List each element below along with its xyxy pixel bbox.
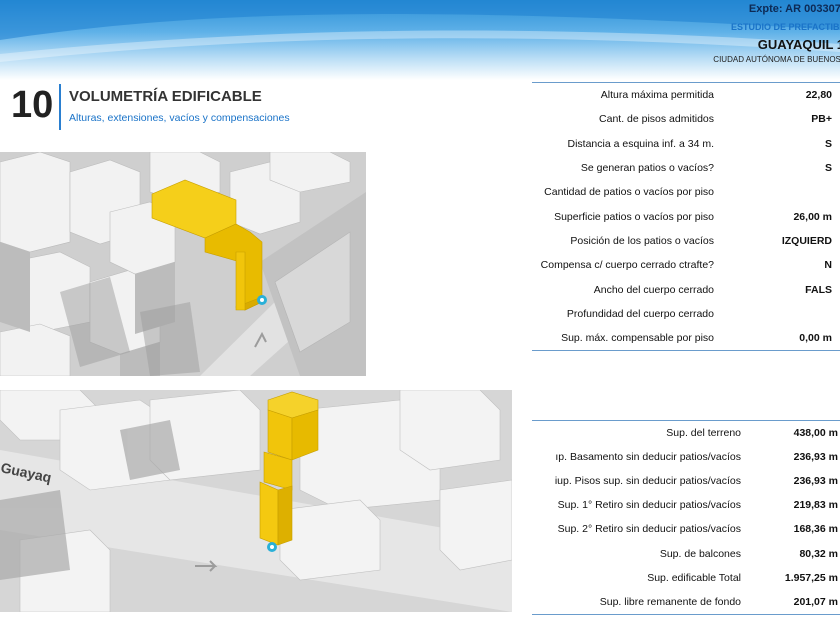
table-row: Cant. de pisos admitidos PB+: [599, 113, 832, 126]
table-row: Sup. del terreno 438,00 m: [666, 427, 838, 440]
table-row: Sup. máx. compensable por piso 0,00 m: [561, 332, 832, 345]
table-row: Compensa c/ cuerpo cerrado ctrafte? N: [540, 259, 832, 272]
expediente-number: Expte: AR 003307/2: [748, 3, 840, 15]
table-row: Sup. edificable Total 1.957,25 m: [647, 571, 838, 584]
table-row: Altura máxima permitida 22,80: [600, 89, 832, 102]
table-row: Ancho del cuerpo cerrado FALS: [593, 283, 832, 296]
table-row: ıp. Basamento sin deducir patios/vacíos 2…: [555, 451, 838, 464]
city-name: CIUDAD AUTÓNOMA DE BUENOS A: [713, 55, 840, 64]
table-row: Se generan patios o vacíos? S: [580, 162, 832, 175]
section-title: VOLUMETRÍA EDIFICABLE: [69, 88, 262, 105]
header-banner: [0, 0, 840, 80]
table-row: iup. Pisos sup. sin deducir patios/vacío…: [554, 475, 838, 488]
table-row: Distancia a esquina inf. a 34 m. S: [567, 137, 833, 150]
table-row: Sup. 2° Retiro sin deducir patios/vacíos…: [557, 523, 838, 536]
address-title: GUAYAQUIL 1: [757, 37, 840, 52]
volumetry-map-top: [0, 152, 366, 376]
header-swoosh-decoration: [0, 0, 840, 62]
section-subtitle: Alturas, extensiones, vacíos y compensac…: [69, 112, 290, 124]
table-row: Posición de los patios o vacíos IZQUIERD: [570, 234, 832, 247]
study-title: ESTUDIO DE PREFACTIBILI: [730, 22, 840, 32]
surface-areas-table: Sup. del terreno 438,00 m ıp. Basamento s…: [532, 420, 840, 615]
volumetry-parameters-table: Altura máxima permitida 22,80 Cant. de pi…: [532, 82, 840, 352]
section-divider: [59, 84, 61, 130]
volumetry-map-bottom: Guayaq: [0, 390, 512, 612]
table-row: Profundidad del cuerpo cerrado: [566, 307, 714, 320]
table-row: Sup. libre remanente de fondo 201,07 m: [599, 595, 838, 608]
table-row: Superficie patios o vacíos por piso 26,00…: [554, 210, 832, 223]
section-number: 10: [11, 84, 54, 126]
table-row: Sup. de balcones 80,32 m: [659, 547, 838, 560]
table-row: Cantidad de patios o vacíos por piso: [544, 186, 714, 199]
table-row: Sup. 1° Retiro sin deducir patios/vacíos…: [557, 499, 838, 512]
